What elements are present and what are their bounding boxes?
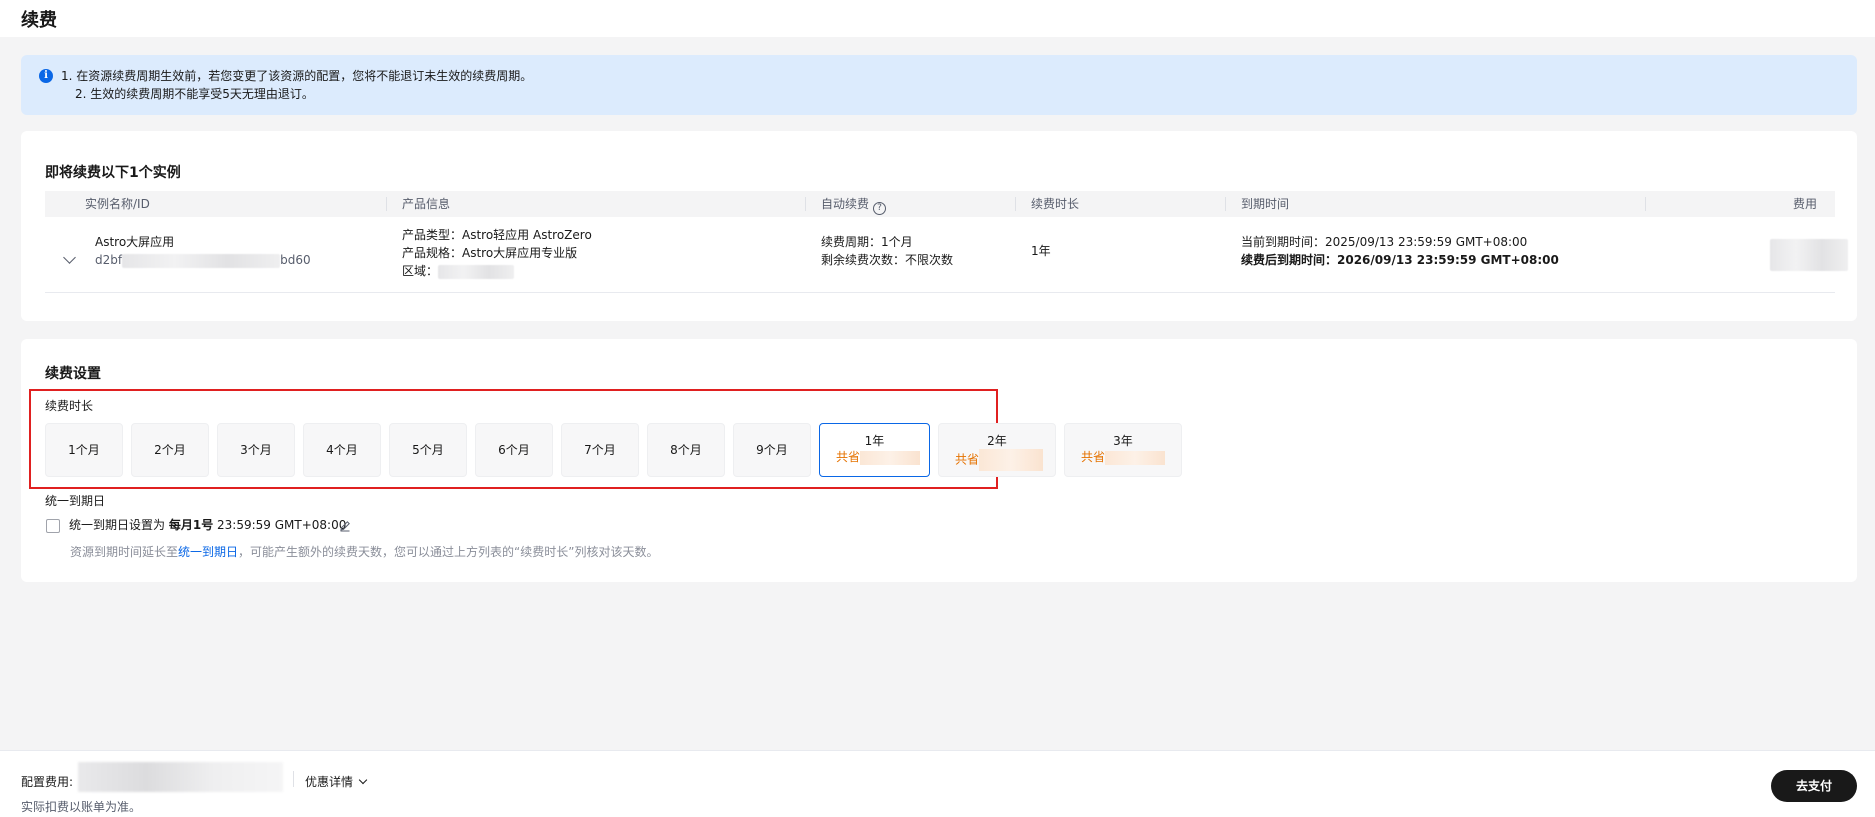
- after-expire: 续费后到期时间：2026/09/13 23:59:59 GMT+08:00: [1241, 253, 1559, 267]
- period-option-2-months[interactable]: 2个月: [131, 423, 209, 477]
- unify-time: 23:59:59 GMT+08:00: [217, 518, 347, 532]
- unify-hint: 资源到期时间延长至统一到期日，可能产生额外的续费天数，您可以通过上方列表的“续费…: [70, 543, 658, 560]
- saving-prefix: 共省: [1081, 450, 1106, 464]
- masked-value: [860, 450, 921, 465]
- saving-prefix: 共省: [955, 452, 980, 467]
- hint-suffix: ，可能产生额外的续费天数，您可以通过上方列表的“续费时长”列核对该天数。: [238, 545, 659, 559]
- discount-details-toggle[interactable]: 优惠详情: [305, 773, 368, 790]
- period-option-7-months[interactable]: 7个月: [561, 423, 639, 477]
- expire-cell: 当前到期时间：2025/09/13 23:59:59 GMT+08:00 续费后…: [1241, 233, 1559, 269]
- period-option-4-months[interactable]: 4个月: [303, 423, 381, 477]
- instances-card: 即将续费以下1个实例 实例名称/ID 产品信息 自动续费? 续费时长 到期时间 …: [21, 131, 1857, 321]
- notice-banner: i 1. 在资源续费周期生效前，若您变更了该资源的配置，您将不能退订未生效的续费…: [21, 55, 1857, 115]
- pay-button[interactable]: 去支付: [1771, 770, 1857, 802]
- period-option-label: 3年: [1113, 434, 1133, 448]
- settings-title: 续费设置: [45, 366, 101, 382]
- saving-prefix: 共省: [836, 450, 861, 464]
- period-option-1-year[interactable]: 1年 共省: [819, 423, 930, 477]
- duration-cell: 1年: [1031, 244, 1051, 258]
- unify-checkbox[interactable]: [46, 519, 60, 533]
- notice-line-1: 1. 在资源续费周期生效前，若您变更了该资源的配置，您将不能退订未生效的续费周期…: [61, 69, 533, 83]
- masked-value: [1105, 450, 1166, 465]
- product-region: 区域：: [402, 262, 592, 280]
- period-option-8-months[interactable]: 8个月: [647, 423, 725, 477]
- renew-remaining: 剩余续费次数：不限次数: [821, 253, 954, 267]
- unify-checkbox-label: 统一到期日设置为 每月1号 23:59:59 GMT+08:00: [69, 516, 346, 533]
- column-header-product: 产品信息: [402, 197, 451, 211]
- chevron-down-icon[interactable]: [63, 251, 76, 264]
- product-spec: 产品规格：Astro大屏应用专业版: [402, 246, 578, 260]
- period-option-2-years[interactable]: 2年 共省: [938, 423, 1056, 477]
- price-label: 配置费用:: [21, 775, 74, 789]
- current-expire: 当前到期时间：2025/09/13 23:59:59 GMT+08:00: [1241, 235, 1528, 249]
- column-divider: [386, 197, 387, 211]
- saving-text: 共省: [820, 449, 929, 465]
- unify-prefix: 统一到期日设置为: [69, 518, 166, 532]
- masked-value: [122, 253, 281, 268]
- footer-divider: [293, 771, 294, 787]
- column-header-duration: 续费时长: [1031, 197, 1080, 211]
- renew-cycle: 续费周期：1个月: [821, 235, 913, 249]
- unify-label: 统一到期日: [45, 494, 106, 508]
- product-cell: 产品类型：Astro轻应用 AstroZero 产品规格：Astro大屏应用专业…: [402, 226, 592, 280]
- period-option-5-months[interactable]: 5个月: [389, 423, 467, 477]
- help-icon[interactable]: ?: [873, 202, 887, 215]
- saving-text: 共省: [939, 449, 1055, 471]
- instance-id: d2bf bd60: [95, 251, 311, 269]
- info-icon: i: [39, 69, 53, 83]
- column-divider: [1015, 197, 1016, 211]
- region-label: 区域：: [402, 264, 439, 278]
- column-header-expire: 到期时间: [1241, 197, 1290, 211]
- discount-label: 优惠详情: [305, 775, 354, 789]
- column-header-auto-renew: 自动续费?: [821, 191, 887, 217]
- period-option-3-months[interactable]: 3个月: [217, 423, 295, 477]
- table-row: Astro大屏应用 d2bf bd60 产品类型：Astro轻应用 AstroZe…: [45, 217, 1848, 293]
- column-divider: [1225, 197, 1226, 211]
- hint-prefix: 资源到期时间延长至: [70, 545, 179, 559]
- product-type: 产品类型：Astro轻应用 AstroZero: [402, 228, 592, 242]
- table-header: 实例名称/ID 产品信息 自动续费? 续费时长 到期时间 费用: [45, 191, 1835, 217]
- chevron-down-icon: [358, 775, 368, 785]
- instances-title: 即将续费以下1个实例: [45, 165, 181, 181]
- column-divider: [805, 197, 806, 211]
- unify-day: 每月1号: [168, 518, 214, 532]
- unify-link[interactable]: 统一到期日: [178, 545, 238, 559]
- column-divider: [1645, 197, 1646, 211]
- footer-bar: 配置费用: 优惠详情 实际扣费以账单为准。 去支付: [0, 750, 1875, 817]
- column-header-auto-renew-label: 自动续费: [821, 197, 870, 211]
- period-option-1-month[interactable]: 1个月: [45, 423, 123, 477]
- period-option-9-months[interactable]: 9个月: [733, 423, 811, 477]
- edit-icon[interactable]: [339, 520, 351, 532]
- fee-masked-value: [1770, 239, 1848, 271]
- period-option-label: 1年: [864, 434, 885, 448]
- auto-renew-cell: 续费周期：1个月 剩余续费次数：不限次数: [821, 233, 953, 269]
- price-masked-value: [78, 762, 283, 792]
- instance-name: Astro大屏应用: [95, 235, 175, 249]
- footer-note: 实际扣费以账单为准。: [21, 800, 142, 814]
- instance-id-prefix: d2bf: [95, 253, 123, 267]
- instance-id-suffix: bd60: [280, 253, 311, 267]
- column-header-fee: 费用: [1792, 197, 1817, 211]
- column-header-instance: 实例名称/ID: [85, 197, 150, 211]
- masked-value: [979, 449, 1044, 471]
- saving-text: 共省: [1065, 449, 1181, 465]
- period-option-6-months[interactable]: 6个月: [475, 423, 553, 477]
- notice-line-2: 2. 生效的续费周期不能享受5天无理由退订。: [75, 87, 314, 101]
- masked-value: [438, 264, 515, 279]
- page-title: 续费: [21, 10, 57, 31]
- period-option-label: 2年: [987, 434, 1007, 448]
- page-header: 续费: [0, 0, 1875, 37]
- period-option-3-years[interactable]: 3年 共省: [1064, 423, 1182, 477]
- instance-cell: Astro大屏应用 d2bf bd60: [95, 233, 311, 269]
